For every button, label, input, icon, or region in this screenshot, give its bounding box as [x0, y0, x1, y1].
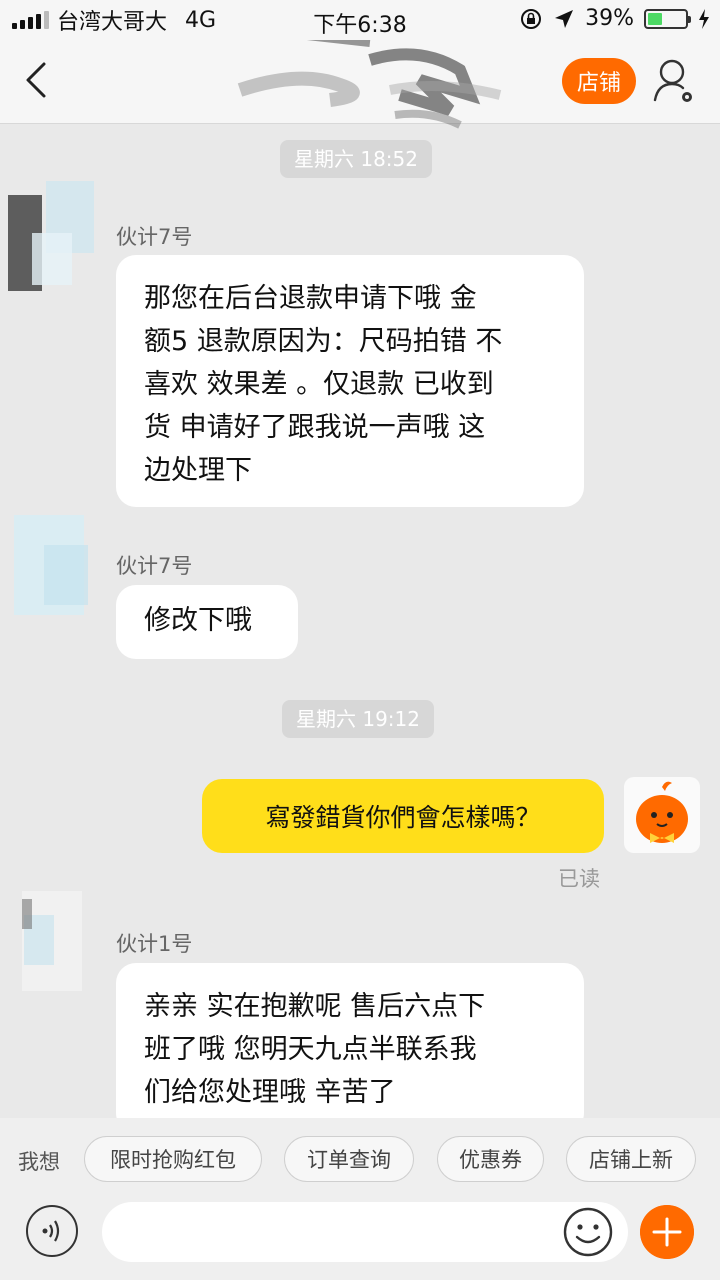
blurred-avatar[interactable] [4, 505, 100, 625]
timestamp-divider: 星期六 19:12 [282, 700, 434, 738]
battery-fill [648, 12, 663, 25]
emoji-icon[interactable] [562, 1206, 614, 1258]
message-text: 修改下哦 [144, 605, 252, 636]
rotation-lock-icon [521, 8, 542, 29]
quick-reply-chip[interactable]: 订单查询 [284, 1136, 414, 1182]
message-line: 边处理下 [144, 455, 252, 486]
message-line: 额5 退款原因为：尺码拍错 不 [144, 326, 503, 357]
input-bar [0, 1202, 720, 1280]
message-text: 寫發錯貨你們會怎樣嗎？ [265, 803, 541, 832]
shop-button[interactable]: 店铺 [562, 58, 636, 104]
profile-settings-icon[interactable] [652, 56, 696, 106]
read-status: 已读 [558, 867, 600, 891]
message-line: 班了哦 您明天九点半联系我 [144, 1034, 477, 1065]
plus-icon[interactable] [640, 1205, 694, 1259]
blurred-avatar[interactable] [2, 173, 98, 293]
redacted-title-scribble [237, 40, 502, 129]
message-line: 亲亲 实在抱歉呢 售后六点下 [144, 991, 486, 1022]
outgoing-message-bubble[interactable]: 寫發錯貨你們會怎樣嗎？ [202, 779, 604, 853]
sender-name: 伙计7号 [116, 554, 193, 578]
quick-reply-chip[interactable]: 限时抢购红包 [84, 1136, 262, 1182]
message-line: 那您在后台退款申请下哦 金 [144, 283, 477, 314]
my-avatar[interactable] [624, 777, 700, 853]
message-line: 喜欢 效果差 。仅退款 已收到 [144, 369, 494, 400]
nav-bar: 店铺 [0, 40, 720, 129]
incoming-message-bubble[interactable]: 那您在后台退款申请下哦 金 额5 退款原因为：尺码拍错 不 喜欢 效果差 。仅退… [116, 255, 584, 507]
sender-name: 伙计1号 [116, 932, 193, 956]
battery-icon [644, 8, 691, 29]
quick-reply-chip[interactable]: 店铺上新 [566, 1136, 696, 1182]
voice-icon[interactable] [26, 1205, 78, 1257]
charging-bolt-icon [699, 8, 709, 29]
message-input[interactable] [102, 1202, 628, 1262]
timestamp-divider: 星期六 18:52 [280, 140, 432, 178]
incoming-message-bubble[interactable]: 亲亲 实在抱歉呢 售后六点下 班了哦 您明天九点半联系我 们给您处理哦 辛苦了 [116, 963, 584, 1118]
incoming-message-bubble[interactable]: 修改下哦 [116, 585, 298, 659]
status-right-group: 39% [519, 6, 710, 31]
sender-name: 伙计7号 [116, 225, 193, 249]
message-line: 货 申请好了跟我说一声哦 这 [144, 412, 486, 443]
quick-reply-chip[interactable]: 优惠券 [437, 1136, 544, 1182]
back-arrow-icon[interactable] [18, 58, 62, 102]
location-arrow-icon [555, 9, 574, 28]
quick-reply-prefix: 我想 [18, 1150, 60, 1174]
status-bar: 台湾大哥大 4G 下午6:38 39% [0, 0, 720, 40]
chat-area[interactable]: 星期六 18:52 伙计7号 那您在后台退款申请下哦 金 额5 退款原因为：尺码… [0, 125, 720, 1118]
quick-reply-bar: 我想 限时抢购红包 订单查询 优惠券 店铺上新 [0, 1118, 720, 1202]
message-line: 们给您处理哦 辛苦了 [144, 1077, 396, 1108]
blurred-avatar[interactable] [2, 885, 98, 1005]
battery-percent: 39% [585, 6, 634, 31]
